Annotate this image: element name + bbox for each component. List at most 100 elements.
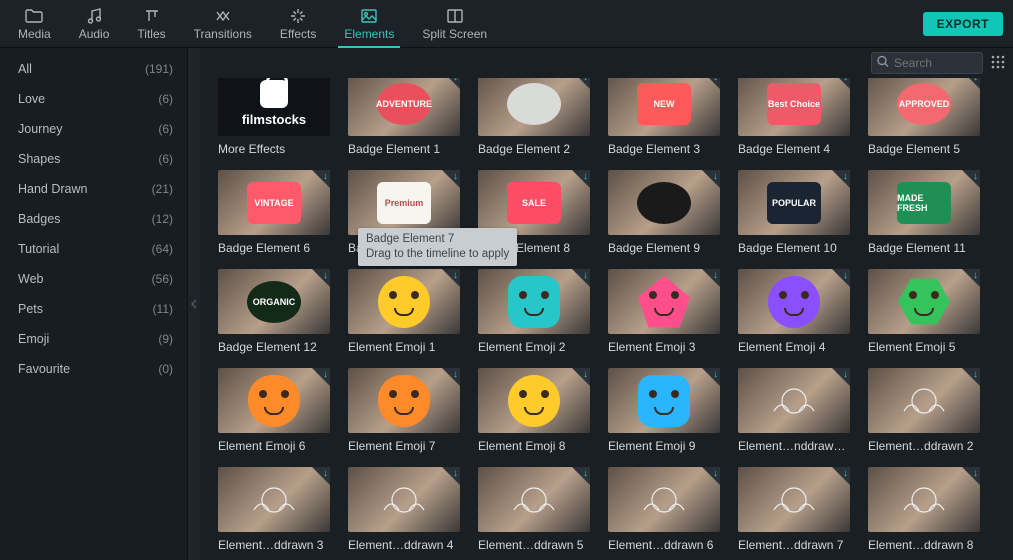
element-cell[interactable]: ↓Element…ddrawn 4 — [348, 467, 460, 552]
download-icon[interactable]: ↓ — [713, 270, 718, 281]
element-thumbnail[interactable]: SALE↓ — [478, 170, 590, 235]
sidebar-item[interactable]: Favourite(0) — [0, 354, 187, 384]
element-thumbnail[interactable]: ↓ — [738, 269, 850, 334]
element-thumbnail[interactable]: VINTAGE↓ — [218, 170, 330, 235]
element-thumbnail[interactable]: ↓ — [348, 368, 460, 433]
element-thumbnail[interactable]: ↓ — [478, 78, 590, 136]
element-thumbnail[interactable]: ORGANIC↓ — [218, 269, 330, 334]
element-cell[interactable]: ORGANIC↓Badge Element 12 — [218, 269, 330, 354]
download-icon[interactable]: ↓ — [583, 270, 588, 281]
element-cell[interactable]: filmstocksMore Effects — [218, 78, 330, 156]
element-thumbnail[interactable]: ↓ — [218, 467, 330, 532]
download-icon[interactable]: ↓ — [843, 78, 848, 83]
element-cell[interactable]: ↓Badge Element 2 — [478, 78, 590, 156]
element-thumbnail[interactable]: ↓ — [868, 269, 980, 334]
download-icon[interactable]: ↓ — [453, 171, 458, 182]
element-thumbnail[interactable]: NEW↓ — [608, 78, 720, 136]
download-icon[interactable]: ↓ — [973, 171, 978, 182]
download-icon[interactable]: ↓ — [323, 468, 328, 479]
element-cell[interactable]: ↓Element…ddrawn 5 — [478, 467, 590, 552]
download-icon[interactable]: ↓ — [453, 369, 458, 380]
element-thumbnail[interactable]: POPULAR↓ — [738, 170, 850, 235]
download-icon[interactable]: ↓ — [973, 468, 978, 479]
download-icon[interactable]: ↓ — [323, 171, 328, 182]
tab-audio[interactable]: Audio — [65, 0, 124, 48]
download-icon[interactable]: ↓ — [843, 468, 848, 479]
download-icon[interactable]: ↓ — [453, 78, 458, 83]
download-icon[interactable]: ↓ — [583, 78, 588, 83]
download-icon[interactable]: ↓ — [973, 78, 978, 83]
element-cell[interactable]: NEW↓Badge Element 3 — [608, 78, 720, 156]
element-thumbnail[interactable]: APPROVED↓ — [868, 78, 980, 136]
download-icon[interactable]: ↓ — [843, 270, 848, 281]
sidebar-item[interactable]: Shapes(6) — [0, 144, 187, 174]
element-cell[interactable]: ↓Element Emoji 8 — [478, 368, 590, 453]
elements-scroll[interactable]: filmstocksMore EffectsADVENTURE↓Badge El… — [200, 78, 1013, 560]
tab-split-screen[interactable]: Split Screen — [408, 0, 501, 48]
download-icon[interactable]: ↓ — [453, 270, 458, 281]
element-thumbnail[interactable]: ↓ — [868, 467, 980, 532]
tab-elements[interactable]: Elements — [330, 0, 408, 48]
sidebar-item[interactable]: Hand Drawn(21) — [0, 174, 187, 204]
download-icon[interactable]: ↓ — [843, 369, 848, 380]
sidebar-item[interactable]: All(191) — [0, 54, 187, 84]
element-cell[interactable]: ↓Element Emoji 2 — [478, 269, 590, 354]
download-icon[interactable]: ↓ — [713, 171, 718, 182]
element-thumbnail[interactable]: filmstocks — [218, 78, 330, 136]
element-cell[interactable]: ↓Element Emoji 3 — [608, 269, 720, 354]
element-cell[interactable]: Best Choice↓Badge Element 4 — [738, 78, 850, 156]
element-thumbnail[interactable]: ↓ — [218, 368, 330, 433]
element-cell[interactable]: ↓Element…nddrawn 1 — [738, 368, 850, 453]
download-icon[interactable]: ↓ — [323, 369, 328, 380]
sidebar-item[interactable]: Love(6) — [0, 84, 187, 114]
element-thumbnail[interactable]: ADVENTURE↓ — [348, 78, 460, 136]
download-icon[interactable]: ↓ — [973, 369, 978, 380]
element-thumbnail[interactable]: ↓ — [608, 269, 720, 334]
element-thumbnail[interactable]: ↓ — [478, 368, 590, 433]
element-thumbnail[interactable]: ↓ — [608, 368, 720, 433]
element-cell[interactable]: Premium↓Badge Element 7Badge Element 7Dr… — [348, 170, 460, 255]
download-icon[interactable]: ↓ — [583, 468, 588, 479]
element-cell[interactable]: ↓Element…ddrawn 2 — [868, 368, 980, 453]
element-cell[interactable]: ADVENTURE↓Badge Element 1 — [348, 78, 460, 156]
tab-media[interactable]: Media — [4, 0, 65, 48]
element-thumbnail[interactable]: ↓ — [348, 269, 460, 334]
download-icon[interactable]: ↓ — [843, 171, 848, 182]
sidebar-item[interactable]: Emoji(9) — [0, 324, 187, 354]
sidebar-item[interactable]: Tutorial(64) — [0, 234, 187, 264]
download-icon[interactable]: ↓ — [583, 369, 588, 380]
element-cell[interactable]: ↓Element…ddrawn 6 — [608, 467, 720, 552]
element-cell[interactable]: ↓Element…ddrawn 8 — [868, 467, 980, 552]
tab-effects[interactable]: Effects — [266, 0, 330, 48]
sidebar-collapse-handle[interactable] — [188, 48, 200, 560]
sidebar-item[interactable]: Web(56) — [0, 264, 187, 294]
element-thumbnail[interactable]: ↓ — [738, 368, 850, 433]
element-cell[interactable]: APPROVED↓Badge Element 5 — [868, 78, 980, 156]
download-icon[interactable]: ↓ — [453, 468, 458, 479]
element-cell[interactable]: MADE FRESH↓Badge Element 11 — [868, 170, 980, 255]
tab-transitions[interactable]: Transitions — [180, 0, 266, 48]
element-cell[interactable]: VINTAGE↓Badge Element 6 — [218, 170, 330, 255]
element-cell[interactable]: ↓Element Emoji 6 — [218, 368, 330, 453]
element-thumbnail[interactable]: ↓ — [478, 269, 590, 334]
element-cell[interactable]: ↓Element Emoji 4 — [738, 269, 850, 354]
element-cell[interactable]: ↓Element Emoji 7 — [348, 368, 460, 453]
grid-view-options-icon[interactable] — [991, 55, 1005, 72]
download-icon[interactable]: ↓ — [323, 270, 328, 281]
element-thumbnail[interactable]: ↓ — [608, 467, 720, 532]
element-cell[interactable]: ↓Element Emoji 5 — [868, 269, 980, 354]
element-cell[interactable]: ↓Element…ddrawn 7 — [738, 467, 850, 552]
download-icon[interactable]: ↓ — [713, 78, 718, 83]
download-icon[interactable]: ↓ — [973, 270, 978, 281]
element-cell[interactable]: ↓Element…ddrawn 3 — [218, 467, 330, 552]
element-cell[interactable]: ↓Element Emoji 9 — [608, 368, 720, 453]
download-icon[interactable]: ↓ — [713, 369, 718, 380]
download-icon[interactable]: ↓ — [713, 468, 718, 479]
sidebar-item[interactable]: Badges(12) — [0, 204, 187, 234]
element-thumbnail[interactable]: ↓ — [738, 467, 850, 532]
tab-titles[interactable]: Titles — [123, 0, 179, 48]
export-button[interactable]: EXPORT — [923, 12, 1003, 36]
element-thumbnail[interactable]: Premium↓ — [348, 170, 460, 235]
element-cell[interactable]: POPULAR↓Badge Element 10 — [738, 170, 850, 255]
sidebar-item[interactable]: Pets(11) — [0, 294, 187, 324]
